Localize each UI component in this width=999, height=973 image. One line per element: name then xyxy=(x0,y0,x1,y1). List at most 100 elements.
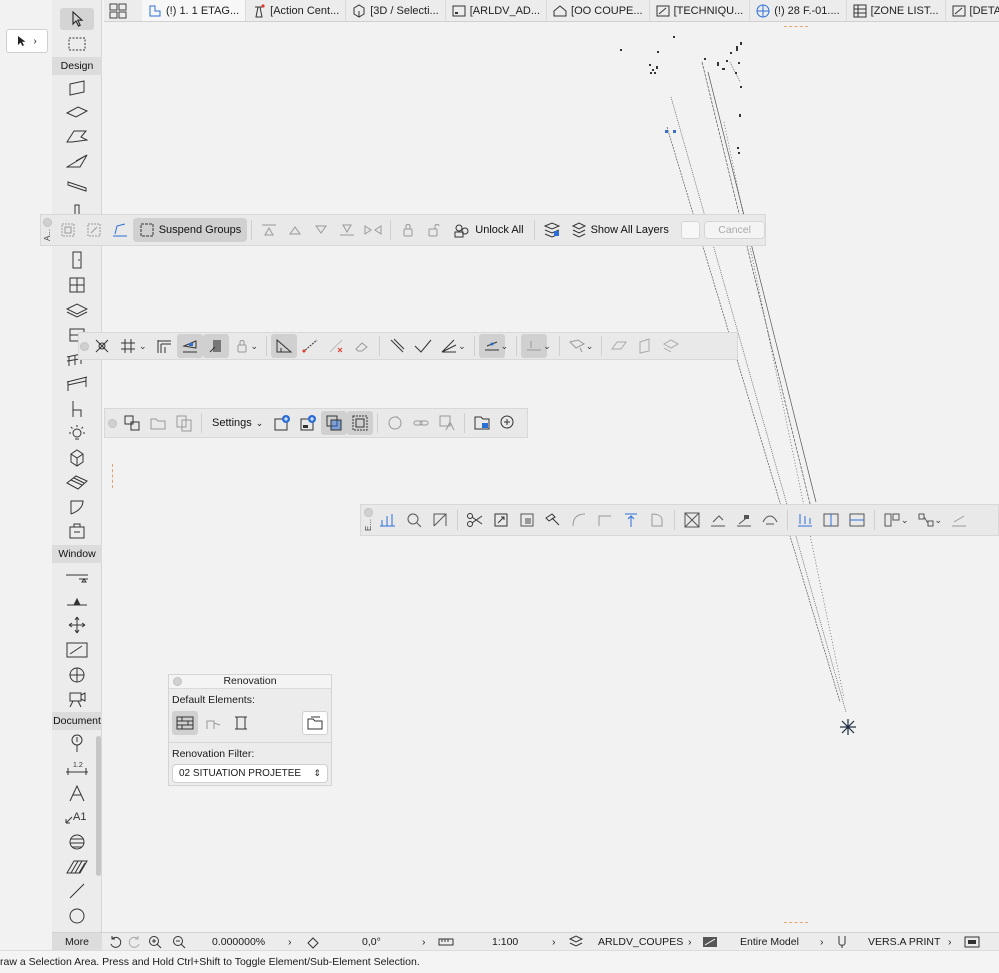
circle-tool[interactable] xyxy=(60,905,94,927)
view-options-button[interactable] xyxy=(964,933,980,951)
model-view-value[interactable]: Entire Model xyxy=(740,933,799,951)
wall-tool[interactable] xyxy=(60,77,94,99)
chevron-down-icon[interactable]: ⌄ xyxy=(139,341,147,352)
lamp-tool[interactable] xyxy=(60,422,94,444)
beam-tool[interactable] xyxy=(60,175,94,197)
change-tool[interactable] xyxy=(60,664,94,686)
rotate-button[interactable] xyxy=(306,933,320,951)
tab-3[interactable]: [3D / Selecti... xyxy=(346,0,446,21)
tab-6[interactable]: [TECHNIQU... xyxy=(650,0,751,21)
explode-button[interactable] xyxy=(679,508,705,532)
parallel-button[interactable] xyxy=(384,334,410,358)
scale-value[interactable]: 1:100 xyxy=(492,933,518,951)
door-tool[interactable] xyxy=(60,249,94,271)
marquee-view-button[interactable] xyxy=(347,411,374,435)
bring-to-front-button[interactable] xyxy=(256,218,282,242)
cursor-snap-button[interactable] xyxy=(89,334,115,358)
level-dimension-tool[interactable] xyxy=(60,566,94,588)
zone-stamp-tool[interactable] xyxy=(60,520,94,542)
shell-tool[interactable] xyxy=(60,150,94,172)
more-edit-button[interactable] xyxy=(946,508,972,532)
settings-dropdown[interactable]: Settings ⌄ xyxy=(206,411,269,435)
intersect-button[interactable] xyxy=(592,508,618,532)
open-folder-button[interactable] xyxy=(145,411,171,435)
zone-tool[interactable] xyxy=(60,496,94,518)
more-button[interactable]: More xyxy=(52,933,102,951)
lock-button[interactable] xyxy=(395,218,421,242)
palette-close[interactable] xyxy=(79,341,89,351)
zoom-arrow[interactable]: › xyxy=(288,933,292,951)
stair-tool[interactable] xyxy=(60,299,94,321)
measure-button[interactable] xyxy=(297,334,323,358)
toolbox-scrollbar[interactable] xyxy=(96,736,101,876)
model-view-icon-button[interactable] xyxy=(702,933,718,951)
line-tool[interactable] xyxy=(60,880,94,902)
object-tool[interactable] xyxy=(60,398,94,420)
perpendicular-button[interactable] xyxy=(410,334,436,358)
adjust-button[interactable] xyxy=(618,508,644,532)
redo-button[interactable] xyxy=(128,933,142,951)
chevron-down-icon[interactable]: ⌄ xyxy=(251,341,259,352)
tab-1[interactable]: (!) 1. 1 ETAG... xyxy=(142,0,247,21)
zoom-fit-button[interactable] xyxy=(172,933,186,951)
align-button[interactable] xyxy=(792,508,818,532)
section-document[interactable]: Document xyxy=(52,712,102,730)
chevron-down-icon[interactable]: ⌄ xyxy=(586,341,594,352)
model-view-arrow[interactable]: › xyxy=(820,933,824,951)
wall-plane-button[interactable] xyxy=(632,334,658,358)
existing-element-button[interactable] xyxy=(172,711,198,735)
group-button[interactable] xyxy=(55,218,81,242)
label-tool[interactable]: A1 xyxy=(60,806,94,828)
tab-2[interactable]: [Action Cent... xyxy=(246,0,347,21)
tab-8[interactable]: [ZONE LIST... xyxy=(847,0,946,21)
layers-settings-button[interactable] xyxy=(539,218,565,242)
palette-close[interactable] xyxy=(173,677,182,686)
rotation-arrow[interactable]: › xyxy=(422,933,426,951)
palette-close[interactable] xyxy=(363,508,373,518)
add-view-button[interactable] xyxy=(269,411,295,435)
layers-combo-button[interactable] xyxy=(568,933,584,951)
elevation-edit-button[interactable] xyxy=(375,508,401,532)
tab-9[interactable]: [DETA xyxy=(946,0,999,21)
magnify-button[interactable] xyxy=(401,508,427,532)
palette-close[interactable] xyxy=(107,418,117,428)
hatch-tool[interactable] xyxy=(60,856,94,878)
move-tool[interactable] xyxy=(60,614,94,636)
pen-set-arrow[interactable]: › xyxy=(948,933,952,951)
mesh-tool[interactable] xyxy=(60,471,94,493)
ortho-button[interactable] xyxy=(271,334,298,358)
roof-tool[interactable] xyxy=(60,125,94,147)
snap-points-button[interactable] xyxy=(323,334,349,358)
camera-tool[interactable] xyxy=(60,688,94,710)
window-tool[interactable] xyxy=(60,274,94,296)
dimension-tool[interactable] xyxy=(60,732,94,754)
bring-forward-button[interactable] xyxy=(282,218,308,242)
rotation-value[interactable]: 0,0° xyxy=(362,933,381,951)
eraser-button[interactable] xyxy=(349,334,375,358)
pen-set-button[interactable] xyxy=(836,933,848,951)
elevation-tool[interactable] xyxy=(60,590,94,612)
fill-tool[interactable] xyxy=(60,831,94,853)
tab-5[interactable]: [OO COUPE... xyxy=(547,0,650,21)
magic-wand-button[interactable] xyxy=(202,334,229,358)
show-selection-button[interactable] xyxy=(321,411,348,435)
unlock-all-button[interactable]: Unlock All xyxy=(447,218,529,242)
undo-button[interactable] xyxy=(108,933,122,951)
tab-4[interactable]: [ARLDV_AD... xyxy=(446,0,548,21)
chevron-down-icon[interactable]: ⌄ xyxy=(501,341,509,352)
show-all-layers-button[interactable]: Show All Layers xyxy=(565,218,675,242)
stretch-button[interactable] xyxy=(427,508,453,532)
copy-button[interactable] xyxy=(171,411,197,435)
mirror-button[interactable] xyxy=(844,508,870,532)
add-layout-button[interactable] xyxy=(295,411,321,435)
link-button[interactable] xyxy=(408,411,434,435)
merge-button[interactable] xyxy=(731,508,757,532)
send-to-back-button[interactable] xyxy=(334,218,360,242)
send-backward-button[interactable] xyxy=(308,218,334,242)
sketch-button[interactable] xyxy=(107,218,133,242)
guideline-button[interactable] xyxy=(176,334,203,358)
chevron-down-icon[interactable]: ⌄ xyxy=(901,515,909,526)
zoom-value[interactable]: 0.000000% xyxy=(212,933,265,951)
ramp-tool[interactable] xyxy=(60,373,94,395)
layer-combo-box[interactable] xyxy=(680,221,701,239)
